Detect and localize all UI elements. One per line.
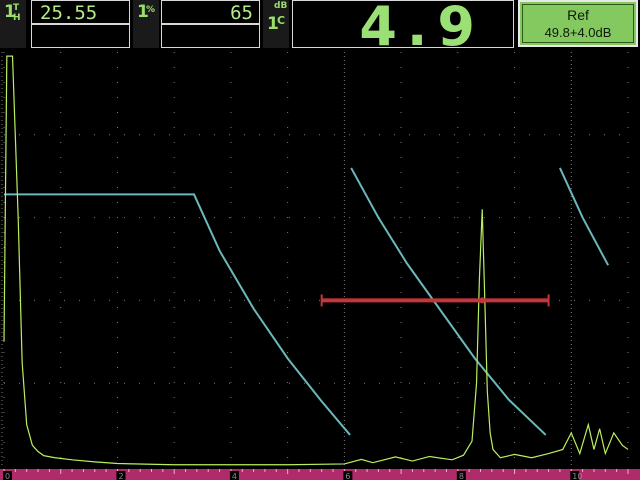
gate-percent-icon: 1 % xyxy=(133,0,159,48)
x-tick-label: 2 xyxy=(118,472,123,480)
gate-amplitude-readout: 65 xyxy=(161,0,260,24)
x-axis-band xyxy=(0,469,640,480)
x-tick-label: 6 xyxy=(345,472,350,480)
reference-gain-panel: Ref 49.8+4.0dB xyxy=(522,4,634,43)
a-scan-display[interactable]: 0 2 4 6 8 10 xyxy=(0,48,640,480)
x-tick-label: 4 xyxy=(232,472,237,480)
db-correction-icon: 1 dB C xyxy=(263,0,289,48)
gate-thickness-value: 25.55 xyxy=(40,2,98,24)
gate-thickness-blank xyxy=(31,24,130,48)
echo-signal xyxy=(3,55,629,466)
grid xyxy=(1,52,629,466)
gate-thickness-readout: 25.55 xyxy=(31,0,130,24)
gate xyxy=(320,294,550,307)
echo-trace xyxy=(3,55,629,466)
tcg-curve-segment xyxy=(4,193,351,436)
x-tick-label: 8 xyxy=(459,472,464,480)
reference-gain-title: Ref xyxy=(567,7,589,23)
gate-t-icon: 1 T H xyxy=(0,0,26,48)
reference-gain-value: 49.8+4.0dB xyxy=(544,25,612,40)
x-tick-label: 0 xyxy=(5,472,10,480)
a-scan-svg: 0 2 4 6 8 10 xyxy=(0,52,640,480)
x-tick-label: 10 xyxy=(572,472,582,480)
gate-crossing-marker xyxy=(479,297,486,304)
reference-gain-button[interactable]: Ref 49.8+4.0dB xyxy=(518,0,638,47)
main-measurement-readout: 4.9 xyxy=(292,0,514,58)
gate-amplitude-blank xyxy=(161,24,260,48)
gate-amplitude-value: 65 xyxy=(230,2,253,24)
tcg-curve-segment xyxy=(559,167,610,266)
x-axis: 0 2 4 6 8 10 xyxy=(0,469,640,480)
